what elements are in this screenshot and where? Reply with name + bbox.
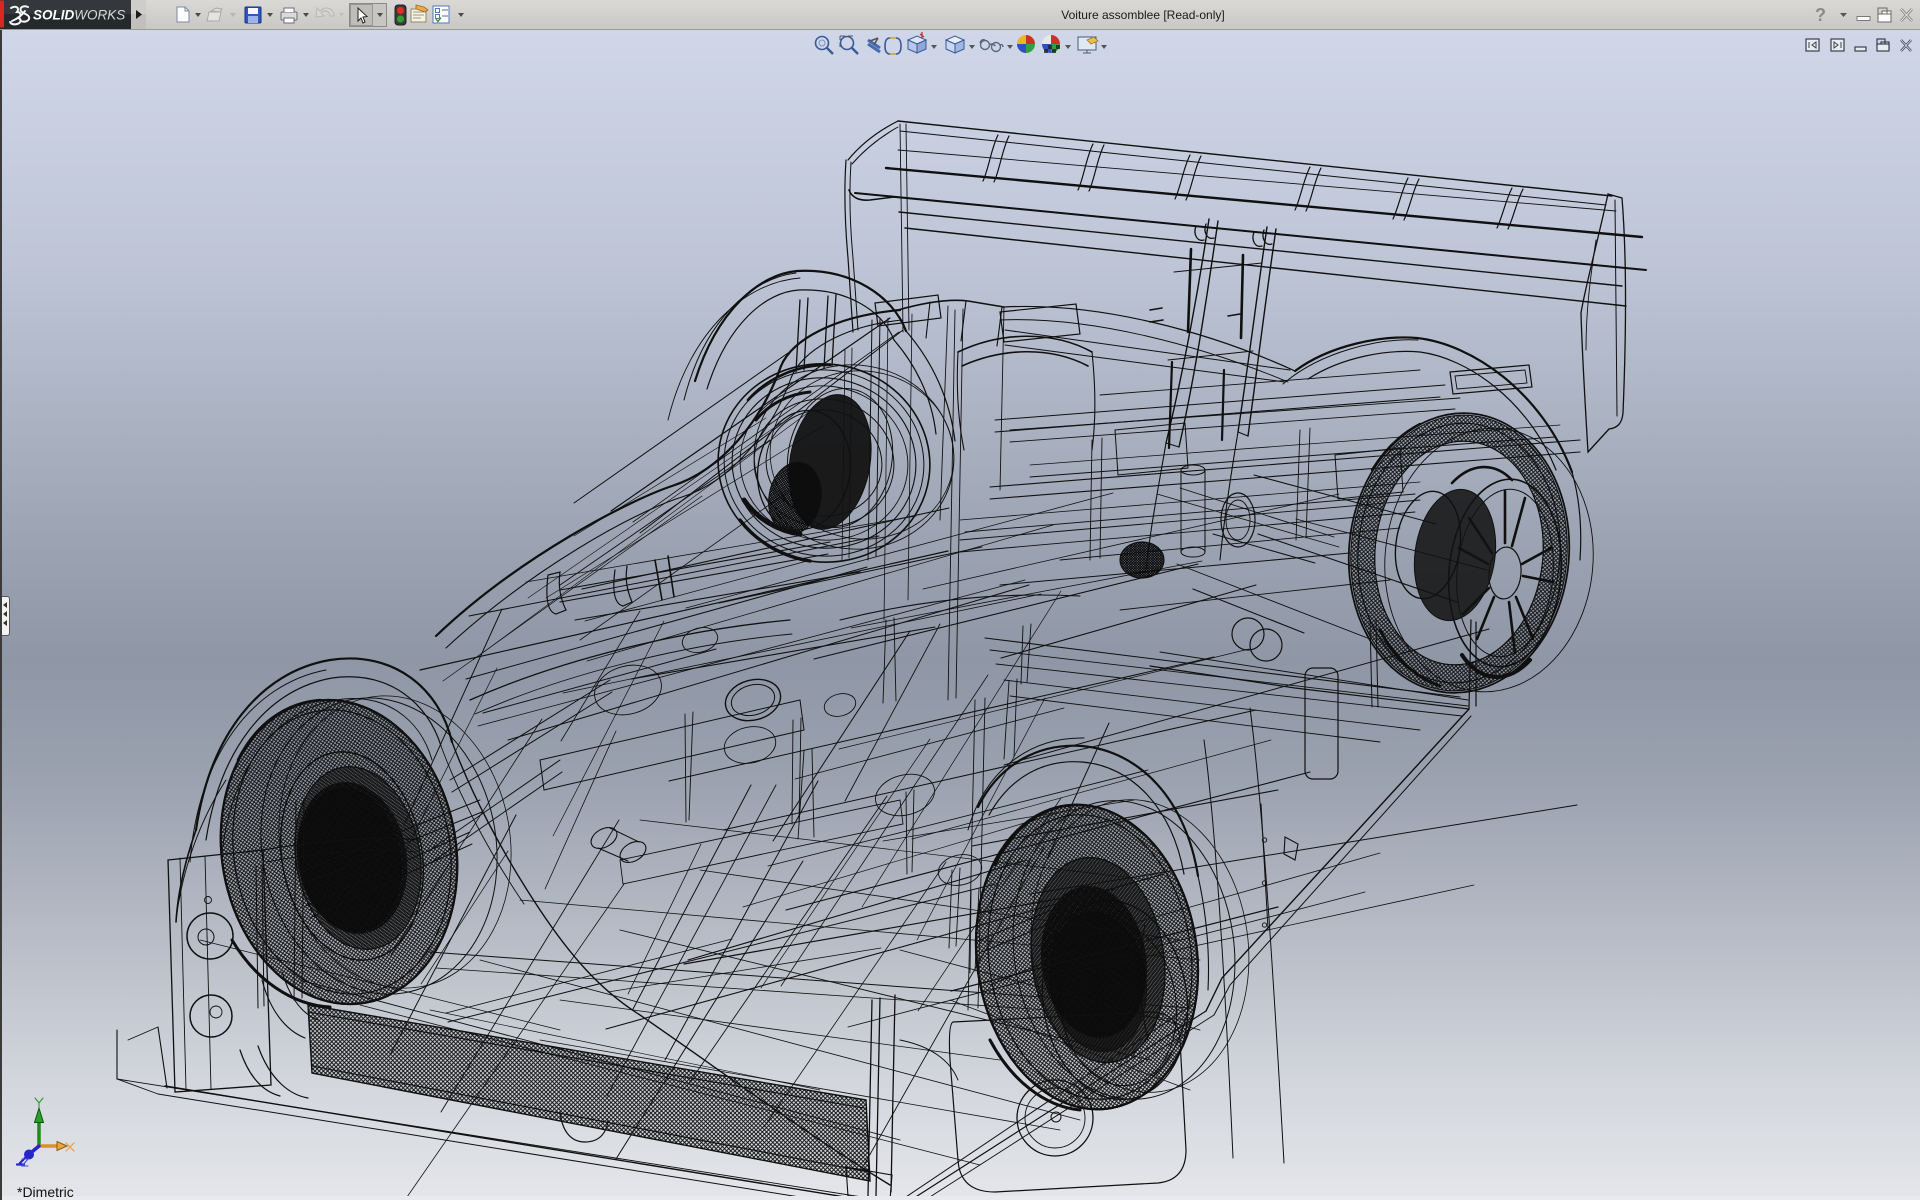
svg-text:SOLIDWORKS: SOLIDWORKS — [33, 8, 125, 23]
svg-text:?: ? — [1815, 5, 1826, 25]
